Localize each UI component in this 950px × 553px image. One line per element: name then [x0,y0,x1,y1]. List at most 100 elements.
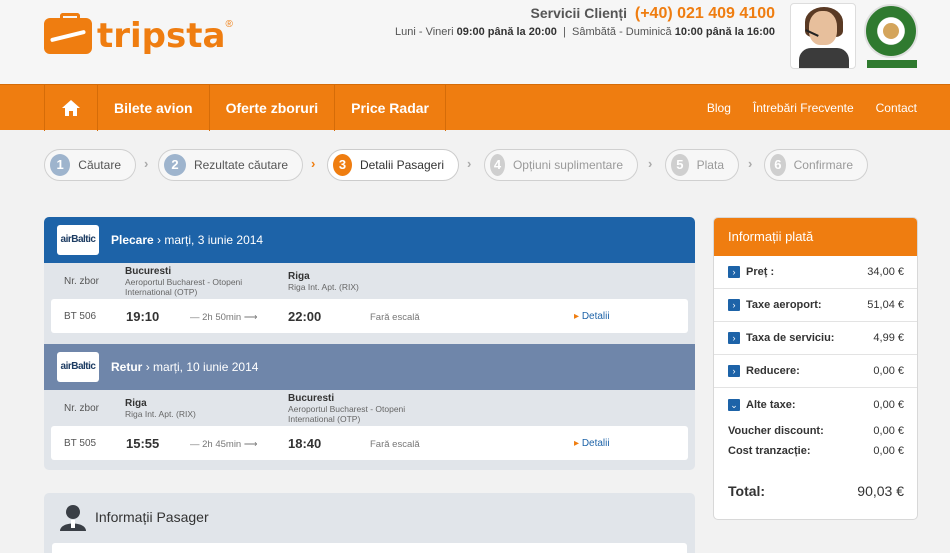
step-label: Opțiuni suplimentare [512,158,623,172]
step-confirmation: 6 Confirmare [764,149,868,181]
chevron-right-icon: › [311,156,316,171]
chevron-down-icon: ⌄ [728,398,740,411]
chevron-right-icon: › [144,156,149,171]
total-value: 90,03 € [857,483,904,499]
service-label: Servicii Clienți [530,5,627,21]
price-row[interactable]: › Preț : 34,00 € [714,256,917,289]
step-number: 2 [164,154,186,176]
chevron-right-icon: › [728,266,740,278]
voucher-row: Voucher discount: 0,00 € [714,421,917,441]
departure-flight-row: BT 506 19:10 — 2h 50min ⟶ 22:00 Fară esc… [51,299,688,333]
departure-time: 15:55 [126,436,160,451]
origin-city: Riga Riga Int. Apt. (RIX) [125,398,275,419]
nav-faq[interactable]: Întrebări Frecvente [753,85,854,131]
flight-duration: — 2h 50min ⟶ [190,312,258,323]
passenger-form [52,543,687,553]
nav-blog[interactable]: Blog [707,85,731,131]
nav-bilete-avion[interactable]: Bilete avion [98,85,210,131]
step-label: Plata [696,158,724,172]
step-extra-options: 4 Opțiuni suplimentare [484,149,638,181]
destination-airport: Aeroportul Bucharest - Otopeni Internati… [288,404,406,424]
other-taxes-value: 0,00 € [873,398,904,411]
service-phone[interactable]: (+40) 021 409 4100 [635,5,775,22]
return-title: Retur [111,360,143,374]
payment-info: Informații plată › Preț : 34,00 € › Taxe… [713,217,918,520]
service-fee-label: Taxa de serviciu: [746,332,835,344]
price-label: Preț : [746,266,775,278]
logo-text: tripsta [97,16,226,56]
return-date: › marți, 10 iunie 2014 [145,360,259,374]
chevron-right-icon: › [467,156,472,171]
discount-label: Reducere: [746,365,800,377]
origin-airport: Riga Int. Apt. (RIX) [125,409,196,419]
return-route: Nr. zbor Riga Riga Int. Apt. (RIX) Bucur… [44,390,695,424]
step-label: Căutare [78,158,121,172]
other-taxes-label: Alte taxe: [746,398,796,411]
nav-contact[interactable]: Contact [876,85,917,131]
departure-route: Nr. zbor Bucuresti Aeroportul Bucharest … [44,263,695,297]
airport-taxes-row[interactable]: › Taxe aeroport: 51,04 € [714,289,917,322]
trust-seal-label [867,60,917,68]
tripsta-logo[interactable]: tripsta ® [44,13,233,56]
airport-taxes-value: 51,04 € [867,299,904,311]
trust-seal-icon[interactable] [864,4,918,58]
discount-value: 0,00 € [873,365,904,377]
step-label: Rezultate căutare [193,158,288,172]
logo-registered-mark: ® [225,18,233,30]
step-number: 1 [50,154,71,176]
origin-city: Bucuresti Aeroportul Bucharest - Otopeni… [125,266,275,297]
header: tripsta ® Servicii Clienți (+40) 021 409… [0,0,950,84]
details-link[interactable]: Detalii [574,438,610,449]
other-taxes-row[interactable]: ⌄ Alte taxe: 0,00 € [714,388,917,421]
nav-price-radar[interactable]: Price Radar [335,85,446,131]
return-flight-row: BT 505 15:55 — 2h 45min ⟶ 18:40 Fară esc… [51,426,688,460]
stops-info: Fară escală [370,312,420,323]
departure-header: airBaltic Plecare › marți, 3 iunie 2014 [44,217,695,263]
service-hours: Luni - Vineri 09:00 până la 20:00 | Sâmb… [395,26,775,38]
passenger-info: Informații Pasager [44,493,695,553]
departure-date: › marți, 3 iunie 2014 [157,233,264,247]
step-label: Confirmare [793,158,853,172]
arrival-time: 22:00 [288,309,322,324]
step-results[interactable]: 2 Rezultate căutare [158,149,303,181]
origin-airport: Aeroportul Bucharest - Otopeni Internati… [125,277,243,297]
transaction-cost-label: Cost tranzacție: [728,445,811,457]
suitcase-plane-icon [44,13,92,54]
discount-row[interactable]: › Reducere: 0,00 € [714,355,917,388]
service-fee-row[interactable]: › Taxa de serviciu: 4,99 € [714,322,917,355]
destination-city: Bucuresti Aeroportul Bucharest - Otopeni… [288,393,438,424]
airline-logo: airBaltic [57,225,99,255]
chevron-right-icon: › [728,365,740,377]
main-nav: Bilete avion Oferte zboruri Price Radar … [0,84,950,131]
return-header: airBaltic Retur › marți, 10 iunie 2014 [44,344,695,390]
step-passenger-details: 3 Detalii Pasageri [327,149,459,181]
price-value: 34,00 € [867,266,904,278]
home-button[interactable] [44,85,98,131]
step-search[interactable]: 1 Căutare [44,149,136,181]
home-icon [62,100,80,116]
departure-time: 19:10 [126,309,160,324]
flight-duration: — 2h 45min ⟶ [190,439,258,450]
arrival-time: 18:40 [288,436,322,451]
airline-logo: airBaltic [57,352,99,382]
nav-oferte-zboruri[interactable]: Oferte zboruri [210,85,336,131]
total-row: Total: 90,03 € [728,483,904,499]
destination-airport: Riga Int. Apt. (RIX) [288,282,359,292]
payment-title: Informații plată [714,218,917,256]
step-payment: 5 Plata [665,149,739,181]
user-icon [60,505,86,531]
departure-title: Plecare [111,233,154,247]
voucher-value: 0,00 € [873,425,904,437]
step-number: 6 [770,154,786,176]
step-number: 3 [333,154,352,176]
chevron-right-icon: › [728,299,740,311]
flight-number-label: Nr. zbor [64,276,100,287]
step-label: Detalii Pasageri [359,158,444,172]
customer-service-info: Servicii Clienți (+40) 021 409 4100 Luni… [395,5,775,38]
stops-info: Fară escală [370,439,420,450]
details-link[interactable]: Detalii [574,311,610,322]
flight-number-label: Nr. zbor [64,403,100,414]
flight-number: BT 505 [64,438,97,449]
service-fee-value: 4,99 € [873,332,904,344]
transaction-cost-row: Cost tranzacție: 0,00 € [714,441,917,461]
